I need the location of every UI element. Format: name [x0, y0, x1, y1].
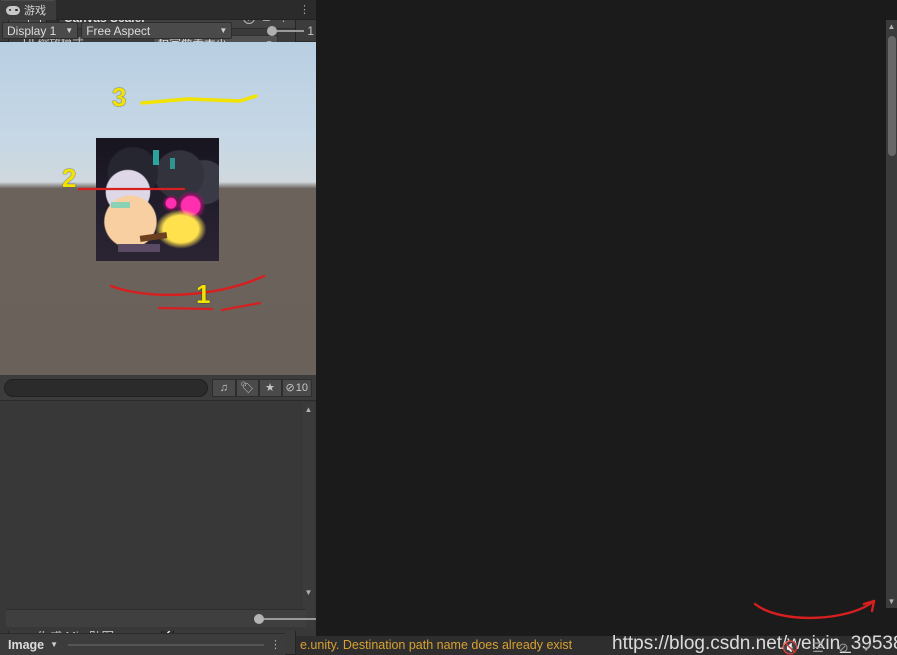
- star-icon[interactable]: ★: [258, 378, 282, 397]
- game-tabbar: 游戏 ⋮: [0, 0, 316, 20]
- eye-off-icon[interactable]: ⊘ 10: [281, 378, 312, 397]
- scroll-up-arrow-icon[interactable]: ▲: [887, 22, 896, 31]
- tab-game-label: 游戏: [24, 5, 46, 17]
- annotation-number-2: 2: [62, 163, 77, 193]
- project-content-area[interactable]: ▲ ▼: [0, 401, 316, 631]
- aspect-dropdown-value: Free Aspect: [86, 23, 151, 38]
- display-dropdown-value: Display 1: [7, 23, 57, 38]
- inspector-footer: Image ▼ ⋮: [0, 633, 285, 655]
- console-message: e.unity. Destination path name does alre…: [300, 638, 573, 652]
- scroll-up-arrow-icon[interactable]: ▲: [304, 405, 313, 414]
- display-dropdown[interactable]: Display 1 ▼: [2, 22, 79, 39]
- gamepad-icon: [6, 5, 20, 15]
- unity-editor-window: ▼ Canvas Scaler ? ≣ ⋮ UI 缩放模式 恒定像素大小▼ 缩放…: [0, 0, 897, 655]
- status-bar-icons: 🔇 ☰ ⊘ ✓: [782, 640, 874, 655]
- check-circle-icon[interactable]: ✓: [863, 640, 874, 655]
- game-sprite-image: [96, 138, 219, 261]
- kebab-menu-icon[interactable]: ⋮: [270, 638, 281, 651]
- game-render-area[interactable]: [0, 42, 316, 375]
- audio-icon[interactable]: ♫: [211, 378, 236, 397]
- project-toolbar: ♫ 🏷 ★ ⊘ 10: [0, 375, 316, 401]
- eye-off-icon[interactable]: ⊘: [838, 640, 849, 655]
- zoom-value: 1: [307, 23, 314, 38]
- mute-audio-icon[interactable]: 🔇: [782, 640, 798, 655]
- annotation-arrow-native-size: [753, 599, 876, 620]
- kebab-menu-icon[interactable]: ⋮: [299, 3, 310, 16]
- component-footer-dropdown[interactable]: Image ▼: [4, 637, 62, 653]
- project-search-input[interactable]: [4, 378, 208, 397]
- annotation-number-1: 1: [196, 279, 211, 309]
- chevron-down-icon: ▼: [50, 640, 58, 649]
- scroll-down-arrow-icon[interactable]: ▼: [304, 588, 313, 597]
- eye-off-glyph: ⊘: [285, 382, 295, 394]
- scrollbar-thumb[interactable]: [888, 36, 896, 156]
- scroll-down-arrow-icon[interactable]: ▼: [887, 597, 896, 606]
- aspect-dropdown[interactable]: Free Aspect ▼: [81, 22, 233, 39]
- chevron-down-icon: ▼: [65, 26, 74, 35]
- tag-icon[interactable]: 🏷: [235, 378, 259, 397]
- zoom-slider[interactable]: [267, 24, 305, 38]
- project-zoom-slider[interactable]: [6, 609, 316, 627]
- layers-icon[interactable]: ☰: [812, 640, 824, 655]
- annotation-number-3: 3: [112, 82, 127, 112]
- footer-divider: [68, 643, 264, 646]
- hidden-count: 10: [295, 381, 308, 394]
- game-view-panel: 游戏 ⋮ Display 1▼ Free Aspect▼ 缩放 1: [0, 0, 316, 655]
- chevron-down-icon: ▼: [219, 26, 228, 35]
- tab-game[interactable]: 游戏: [0, 0, 56, 20]
- project-scrollbar[interactable]: ▲ ▼: [303, 403, 314, 629]
- right-inspector-scrollbar[interactable]: ▲ ▼: [886, 20, 897, 608]
- component-footer-label: Image: [8, 637, 45, 652]
